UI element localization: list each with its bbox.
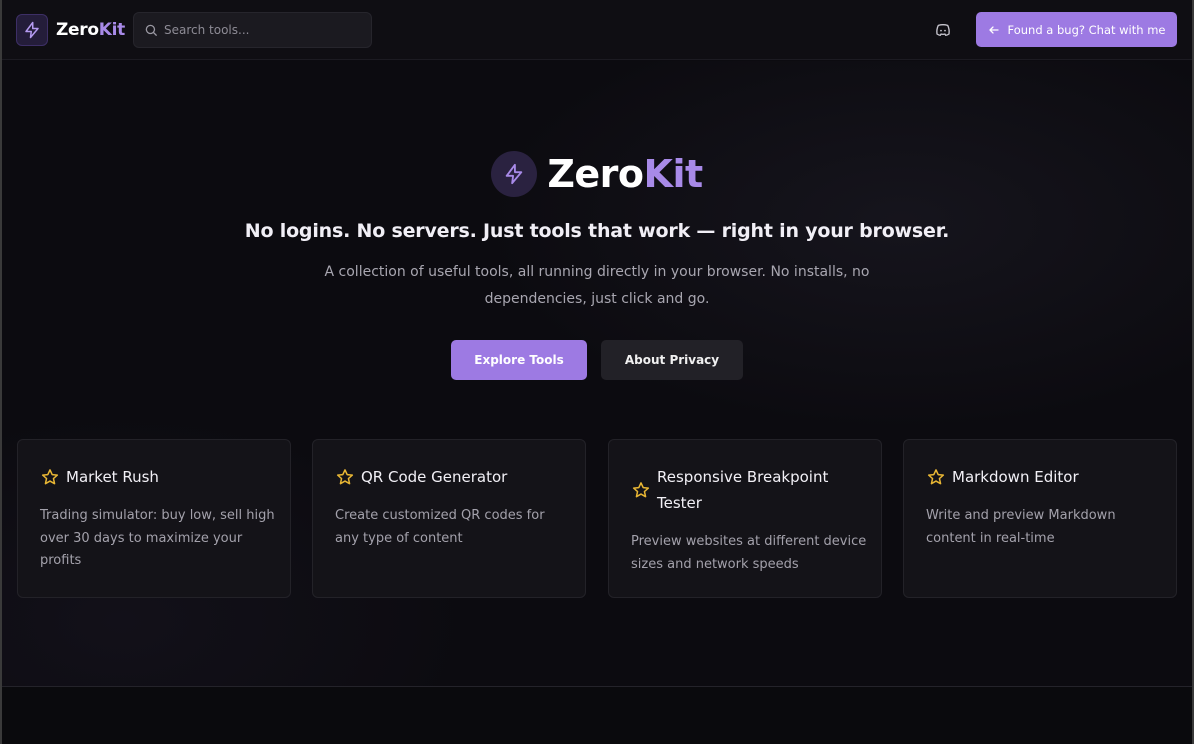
card-description: Trading simulator: buy low, sell high ov… xyxy=(40,508,275,568)
search-box[interactable] xyxy=(133,12,372,48)
lightning-icon xyxy=(16,14,48,46)
star-icon[interactable] xyxy=(631,480,651,500)
search-icon xyxy=(144,23,158,37)
search-input[interactable] xyxy=(164,23,371,37)
card-header: Responsive Breakpoint Tester xyxy=(631,464,851,516)
found-bug-chat-label: Found a bug? Chat with me xyxy=(1007,22,1166,37)
discord-icon[interactable] xyxy=(932,20,954,40)
logo-text-kit: Kit xyxy=(98,20,126,40)
tool-card-qr-code-generator[interactable]: QR Code Generator Create customized QR c… xyxy=(312,439,586,598)
card-header: QR Code Generator xyxy=(335,464,575,490)
tool-card-market-rush[interactable]: Market Rush Trading simulator: buy low, … xyxy=(17,439,291,598)
hero-brand-zero: Zero xyxy=(547,152,644,196)
lightning-icon xyxy=(491,151,538,197)
hero-description: A collection of useful tools, all runnin… xyxy=(324,264,870,307)
top-navbar: ZeroKit Found a bug? Chat with me xyxy=(2,0,1192,60)
star-icon[interactable] xyxy=(40,467,60,487)
footer xyxy=(2,687,1192,744)
logo-text-zero: Zero xyxy=(56,20,99,40)
hero-brand-text: ZeroKit xyxy=(547,152,704,196)
star-icon[interactable] xyxy=(335,467,355,487)
navbar-logo[interactable]: ZeroKit xyxy=(16,14,125,46)
card-title: Markdown Editor xyxy=(952,468,1079,486)
explore-tools-button[interactable]: Explore Tools xyxy=(451,340,587,380)
card-title: Market Rush xyxy=(66,468,159,486)
card-description: Create customized QR codes for any type … xyxy=(335,508,545,546)
found-bug-chat-button[interactable]: Found a bug? Chat with me xyxy=(976,12,1177,47)
card-title: Responsive Breakpoint Tester xyxy=(657,468,829,512)
card-header: Markdown Editor xyxy=(926,464,1166,490)
arrow-left-icon xyxy=(988,24,1000,36)
hero-brand-kit: Kit xyxy=(643,152,704,196)
card-header: Market Rush xyxy=(40,464,280,490)
card-description: Preview websites at different device siz… xyxy=(631,534,867,572)
tool-card-markdown-editor[interactable]: Markdown Editor Write and preview Markdo… xyxy=(903,439,1177,598)
hero-brand: ZeroKit xyxy=(0,148,1194,200)
about-privacy-button[interactable]: About Privacy xyxy=(601,340,743,380)
card-description: Write and preview Markdown content in re… xyxy=(926,508,1116,546)
star-icon[interactable] xyxy=(926,467,946,487)
hero-tagline: No logins. No servers. Just tools that w… xyxy=(244,220,950,242)
tool-card-responsive-breakpoint-tester[interactable]: Responsive Breakpoint Tester Preview web… xyxy=(608,439,882,598)
card-title: QR Code Generator xyxy=(361,468,508,486)
logo-text: ZeroKit xyxy=(56,20,125,40)
